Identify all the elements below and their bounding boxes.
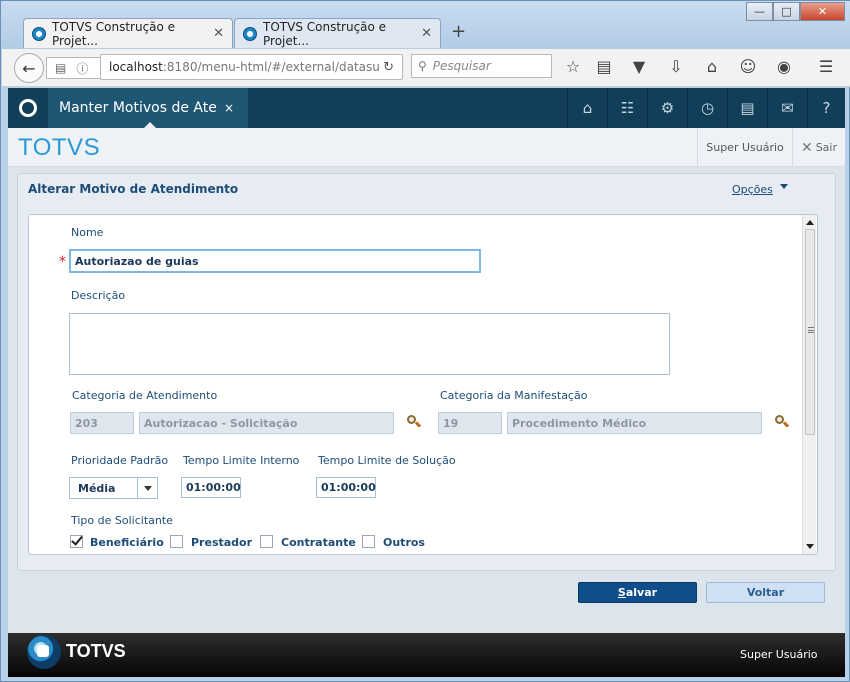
new-tab-button[interactable]: + [451,21,466,42]
bookmark-star-icon[interactable]: ☆ [562,57,584,76]
brand-logo: TOTVS [18,134,101,161]
browser-navbar: ← ▤ ⓘ localhost :8180/menu-html/#/extern… [2,49,850,87]
descricao-textarea[interactable] [69,313,670,375]
cat-manifestacao-code-input: 19 [438,412,502,434]
help-icon[interactable]: ? [807,88,845,128]
cat-atendimento-desc-input: Autorizacao - Solicitação [139,412,394,434]
globe-icon[interactable]: ◉ [773,57,795,76]
browser-tab-title: TOTVS Construção e Projet... [263,19,387,48]
app-tab-title: Manter Motivos de Ate [59,100,217,116]
checkbox-contratante[interactable] [260,535,273,548]
minimize-button[interactable]: — [746,2,773,21]
window-close-button[interactable]: ✕ [800,2,845,21]
emoji-icon[interactable]: ☺ [737,57,759,76]
chevron-down-icon[interactable] [780,184,788,189]
back-button[interactable]: ← [14,53,44,83]
close-icon: ✕ [800,139,813,156]
descricao-label: Descrição [71,289,126,302]
search-lookup-icon[interactable] [774,414,790,430]
scroll-down-icon[interactable] [803,540,816,553]
nome-input[interactable]: Autoriazao de guias [69,249,481,273]
browser-tab-2[interactable]: TOTVS Construção e Projet... ✕ [234,18,441,48]
options-menu[interactable]: Opções [732,183,773,196]
footer-brand: TOTVS [66,641,126,661]
nome-label: Nome [71,226,104,239]
checkbox-outros[interactable] [362,535,375,548]
url-bar[interactable]: localhost :8180/menu-html/#/external/dat… [100,54,403,80]
app-subheader: TOTVS Super Usuário ✕ Sair [8,128,845,167]
url-host: localhost [109,60,163,74]
maximize-button[interactable]: □ [773,2,800,21]
tab-close-icon[interactable]: ✕ [213,26,224,41]
browser-tab-title: TOTVS Construção e Projet... [52,19,176,48]
back-button[interactable]: Voltar [706,582,825,603]
cat-manifestacao-label: Categoria da Manifestação [440,389,588,402]
reload-icon[interactable]: ↻ [383,60,394,75]
save-label: alvar [625,586,658,599]
save-hotkey: S [617,586,626,599]
tempo-interno-input[interactable]: 01:00:00 [181,477,241,498]
form-scrollbar[interactable] [802,215,816,554]
document-icon[interactable]: ▤ [727,88,767,128]
scroll-thumb[interactable] [805,229,815,435]
search-icon: ⚲ [418,59,427,73]
sitemap-icon[interactable]: ☷ [607,88,647,128]
footer-user-name: Super Usuário [740,648,818,661]
app-logo-icon[interactable] [8,88,48,128]
tempo-solucao-label: Tempo Limite de Solução [318,454,456,467]
browser-tab-1[interactable]: TOTVS Construção e Projet... ✕ [23,18,233,48]
app-header: Manter Motivos de Ate × ⌂ ☷ ⚙ ◷ ▤ ✉ ? [8,88,845,129]
reading-list-icon[interactable]: ▤ [593,57,615,76]
logout-label: Sair [815,141,838,154]
info-icon: ⓘ [76,61,89,76]
page-icon: ▤ [55,61,67,75]
checkbox-beneficiario[interactable] [70,535,83,548]
tipo-solicitante-label: Tipo de Solicitante [71,514,173,527]
chevron-down-icon[interactable] [137,478,157,498]
prioridade-value: Média [78,481,116,495]
dashboard-icon[interactable]: ◷ [687,88,727,128]
gear-icon[interactable]: ⚙ [647,88,687,128]
panel-title: Alterar Motivo de Atendimento [28,182,239,196]
cat-atendimento-code-input: 203 [70,412,134,434]
home-icon[interactable]: ⌂ [701,57,723,76]
app-tab-active[interactable]: Manter Motivos de Ate × [48,88,248,129]
prioridade-label: Prioridade Padrão [71,454,169,467]
url-path: :8180/menu-html/#/external/datasu [162,60,380,74]
logout-button[interactable]: ✕ Sair [792,128,845,167]
checkbox-label: Prestador [191,536,253,549]
download-icon[interactable]: ⇩ [665,57,687,76]
search-lookup-icon[interactable] [406,414,422,430]
user-name[interactable]: Super Usuário [697,128,792,167]
totvs-favicon-icon [32,26,46,41]
checkbox-prestador[interactable] [170,535,183,548]
pocket-icon[interactable]: ▼ [628,57,650,76]
mail-icon[interactable]: ✉ [767,88,807,128]
browser-window: TOTVS Construção e Projet... ✕ TOTVS Con… [0,0,850,682]
totvs-favicon-icon [243,26,257,41]
app-footer: TOTVS Super Usuário [8,633,845,677]
search-placeholder: Pesquisar [432,59,491,73]
menu-icon[interactable]: ☰ [815,57,837,76]
cat-atendimento-label: Categoria de Atendimento [72,389,218,402]
save-button[interactable]: Salvar [578,582,697,603]
tempo-interno-label: Tempo Limite Interno [183,454,300,467]
scroll-up-icon[interactable] [803,216,816,229]
search-input[interactable]: ⚲ Pesquisar [411,54,552,78]
arrow-left-icon: ← [22,58,36,78]
tempo-solucao-input[interactable]: 01:00:00 [316,477,376,498]
checkbox-label: Outros [383,536,425,549]
site-identity[interactable]: ▤ ⓘ [46,57,101,79]
checkbox-label: Contratante [281,536,356,549]
required-marker: * [59,254,66,270]
home-icon[interactable]: ⌂ [567,88,607,128]
checkbox-label: Beneficiário [90,536,164,549]
prioridade-select[interactable]: Média [69,477,158,499]
browser-tabstrip: TOTVS Construção e Projet... ✕ TOTVS Con… [1,1,850,49]
tab-close-icon[interactable]: ✕ [421,26,432,41]
cat-manifestacao-desc-input: Procedimento Médico [507,412,762,434]
totvs-logo-icon [25,633,65,673]
app-tab-close-icon[interactable]: × [224,101,234,115]
